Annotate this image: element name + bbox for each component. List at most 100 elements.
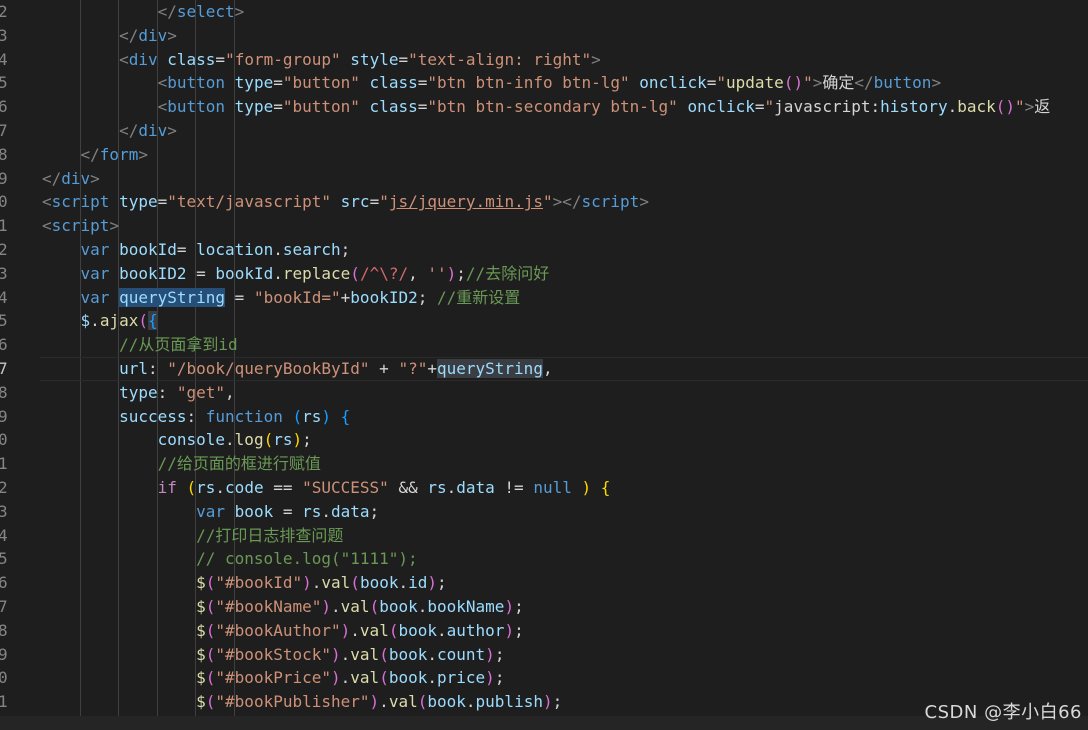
token-txt: = [706,73,717,93]
code-text: $.ajax({ [42,309,158,333]
token-paren: ( [350,263,360,283]
token-attr: style [350,49,399,69]
token-punc: < [157,73,168,93]
token-tag: button [873,73,932,93]
token-var: rs [427,478,447,497]
token-var: data [456,478,495,497]
code-line[interactable]: 9 success: function (rs) { [0,405,1088,429]
token-txt: = [417,97,428,117]
token-kw: var [80,287,110,307]
token-txt: . [465,692,476,712]
line-number: 1 [0,692,8,712]
token-paren: ( [369,597,380,616]
token-punc: > [812,73,823,93]
token-var: price [437,668,486,688]
line-number: 4 [0,287,8,307]
token-tag: form [99,144,139,164]
code-line[interactable]: 8 type: "get", [0,381,1088,405]
code-editor[interactable]: 2 </select> 3 </div> 4 <div class="form-gr… [0,0,1088,716]
code-line[interactable]: 1 <script> [0,214,1088,238]
token-var: book [388,668,428,688]
token-txt: . [417,597,428,616]
token-tag: select [176,2,235,21]
token-punc: > [167,121,177,140]
token-txt: . [947,97,958,117]
code-line[interactable]: 3 </div> [0,24,1088,48]
token-kw: null [533,478,572,497]
token-str: "btn btn-info btn-lg" [427,73,630,93]
token-txt: . [311,573,322,593]
token-txt: && [388,478,428,497]
token-tag: div [128,49,158,69]
token-txt: . [427,644,437,664]
token-str: "#bookAuthor" [215,620,341,640]
code-line[interactable]: 2 </select> [0,0,1088,24]
line-number: 7 [0,359,8,378]
code-line[interactable]: 4 //打印日志排查问题 [0,524,1088,548]
code-line-current[interactable]: 7 url: "/book/queryBookById" + "?"+query… [0,357,1088,381]
token-paren: ) [504,620,515,640]
code-text: </div> [42,24,177,48]
token-txt: = [215,49,226,69]
token-punc: > [109,216,120,236]
token-var: bookName [427,597,505,616]
token-txt: + [369,359,399,378]
token-var: id [408,573,428,593]
token-txt: : [186,406,206,426]
token-txt: ; [514,597,524,616]
token-punc: > [234,2,245,21]
code-line[interactable]: 9 $("#bookStock").val(book.count); [0,643,1088,667]
code-line[interactable]: 2 var bookId= location.search; [0,238,1088,262]
line-number: 6 [0,97,8,117]
code-line[interactable]: 4 var queryString = "bookId="+bookID2; /… [0,286,1088,310]
token-txt: . [273,240,283,259]
code-line[interactable]: 0 console.log(rs); [0,428,1088,452]
code-line[interactable]: 6 $("#bookId").val(book.id); [0,571,1088,595]
code-line[interactable]: 6 <button type="button" class="btn btn-s… [0,95,1088,119]
token-var: $ [80,311,91,331]
token-punc: </ [80,144,100,164]
code-line[interactable]: 3 var bookID2 = bookId.replace(/^\?/, ''… [0,262,1088,286]
code-line[interactable]: 8 $("#bookAuthor").val(book.author); [0,619,1088,643]
token-txt: = [417,73,428,93]
code-line[interactable]: 4 <div class="form-group" style="text-al… [0,48,1088,72]
code-line[interactable]: 1 //给页面的框进行赋值 [0,452,1088,476]
line-number: 6 [0,335,8,355]
token-tag: script [581,192,640,212]
code-line[interactable]: 5 // console.log("1111"); [0,547,1088,571]
code-line[interactable]: 2 if (rs.code == "SUCCESS" && rs.data !=… [0,476,1088,500]
code-line[interactable]: 8 </form> [0,143,1088,167]
token-paren: ( [379,668,389,688]
code-line[interactable]: 6 //从页面拿到id [0,333,1088,357]
code-line[interactable]: 5 $.ajax({ [0,309,1088,333]
code-line[interactable]: 0 <script type="text/javascript" src="js/… [0,190,1088,214]
token-fn: log [234,430,264,450]
code-line[interactable]: 9 </div> [0,167,1088,191]
token-paren: ( [417,692,428,712]
token-txt: = [157,192,168,212]
code-line[interactable]: 3 var book = rs.data; [0,500,1088,524]
code-text: if (rs.code == "SUCCESS" && rs.data != n… [42,476,611,500]
token-var: bookId [215,263,274,283]
token-paren: ( [205,573,216,593]
token-kw: function [205,406,283,426]
code-line[interactable]: 0 $("#bookPrice").val(book.price); [0,666,1088,690]
code-line[interactable]: 5 <button type="button" class="btn btn-i… [0,71,1088,95]
token-cmt: // console.log("1111"); [196,549,418,569]
token-txt: , [542,359,553,378]
token-punc: > [591,49,601,69]
code-line[interactable]: 7 $("#bookName").val(book.bookName); [0,595,1088,619]
token-str: "btn btn-secondary btn-lg" [427,97,678,117]
code-line[interactable]: 7 </div> [0,119,1088,143]
code-text: </select> [42,0,245,24]
token-punc: > [1024,97,1035,117]
